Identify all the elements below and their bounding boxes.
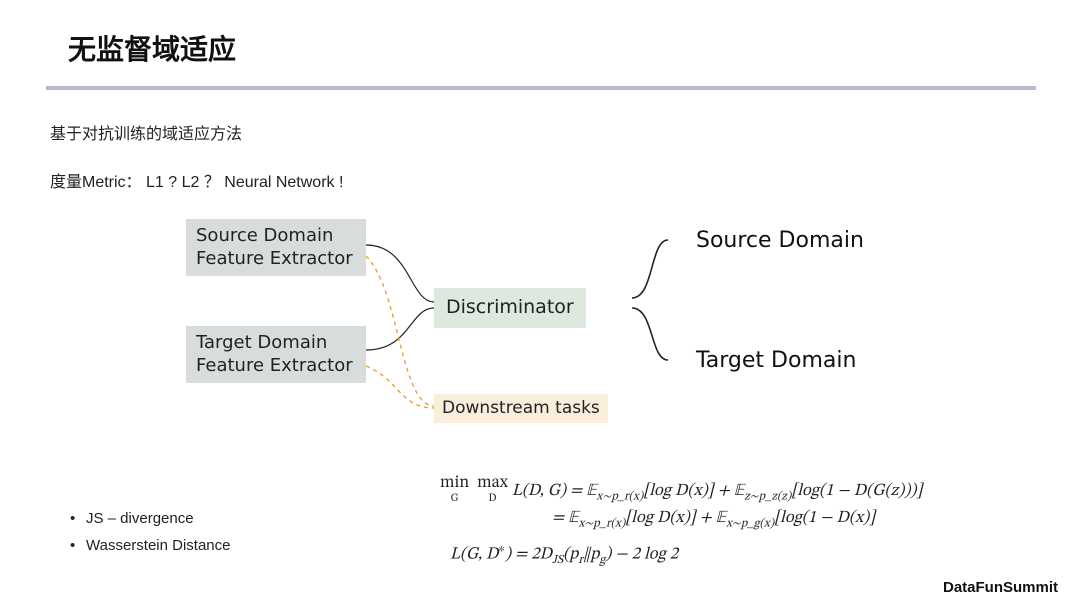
target-box-line2: Feature Extractor <box>196 355 356 378</box>
bullet-wasserstein: •Wasserstein Distance <box>70 537 231 554</box>
discriminator-box: Discriminator <box>434 288 586 328</box>
title-rule <box>46 86 1036 90</box>
target-box-line1: Target Domain <box>196 332 356 355</box>
equation-block: minG maxD L(D, G) = 𝔼x∼p_r(x)[log D(x)] … <box>440 475 922 570</box>
target-feature-extractor-box: Target Domain Feature Extractor <box>186 326 366 383</box>
subtitle-line-2: 度量Metric： L1 ? L2 ？ Neural Network ! <box>50 168 343 192</box>
source-box-line2: Feature Extractor <box>196 248 356 271</box>
footer-brand: DataFunSummit <box>943 579 1058 596</box>
equation-line-1: minG maxD L(D, G) = 𝔼x∼p_r(x)[log D(x)] … <box>440 475 922 506</box>
bullet-text: Wasserstein Distance <box>86 537 231 554</box>
equation-line-3: L(G, D∗) = 2DJS(pr‖pg) − 2 log 2 <box>440 534 922 570</box>
bullet-js-divergence: •JS – divergence <box>70 510 231 527</box>
equation-line-2: = 𝔼x∼p_r(x)[log D(x)] + 𝔼x∼p_g(x)[log(1 … <box>440 506 922 533</box>
slide-title: 无监督域适应 <box>68 28 236 68</box>
downstream-tasks-box: Downstream tasks <box>434 394 608 423</box>
output-source-domain-label: Source Domain <box>696 228 864 253</box>
source-box-line1: Source Domain <box>196 225 356 248</box>
subtitle-line-1: 基于对抗训练的域适应方法 <box>50 120 242 144</box>
source-feature-extractor-box: Source Domain Feature Extractor <box>186 219 366 276</box>
output-target-domain-label: Target Domain <box>696 348 856 373</box>
bullet-list: •JS – divergence •Wasserstein Distance <box>70 510 231 564</box>
bullet-text: JS – divergence <box>86 510 194 527</box>
